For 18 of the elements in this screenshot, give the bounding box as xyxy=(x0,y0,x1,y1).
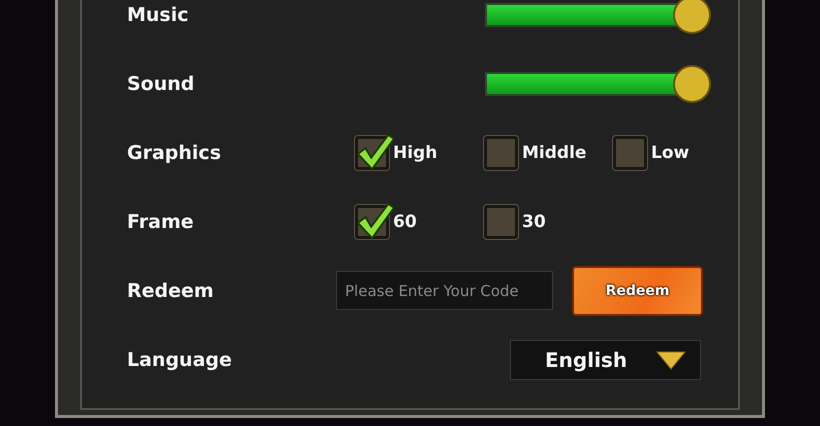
checkbox[interactable] xyxy=(484,136,518,170)
checkmark-icon xyxy=(356,132,394,170)
option-label: Low xyxy=(651,142,690,162)
checkmark-icon xyxy=(356,202,394,240)
checkbox[interactable] xyxy=(613,136,647,170)
code-input-field[interactable]: Please Enter Your Code xyxy=(336,271,553,310)
setting-label: Frame xyxy=(127,210,195,232)
setting-label: Sound xyxy=(127,72,196,94)
option-label: High xyxy=(393,142,438,162)
option-label: Middle xyxy=(522,142,586,162)
checkbox[interactable] xyxy=(484,204,518,238)
option-label: 60 xyxy=(393,212,417,232)
caret-icon xyxy=(656,350,686,370)
setting-label: Language xyxy=(127,348,233,370)
setting-label: Graphics xyxy=(127,142,222,164)
language-dropdown[interactable]: English xyxy=(510,340,701,380)
option-label: 30 xyxy=(522,212,546,232)
setting-label: Music xyxy=(127,4,190,26)
